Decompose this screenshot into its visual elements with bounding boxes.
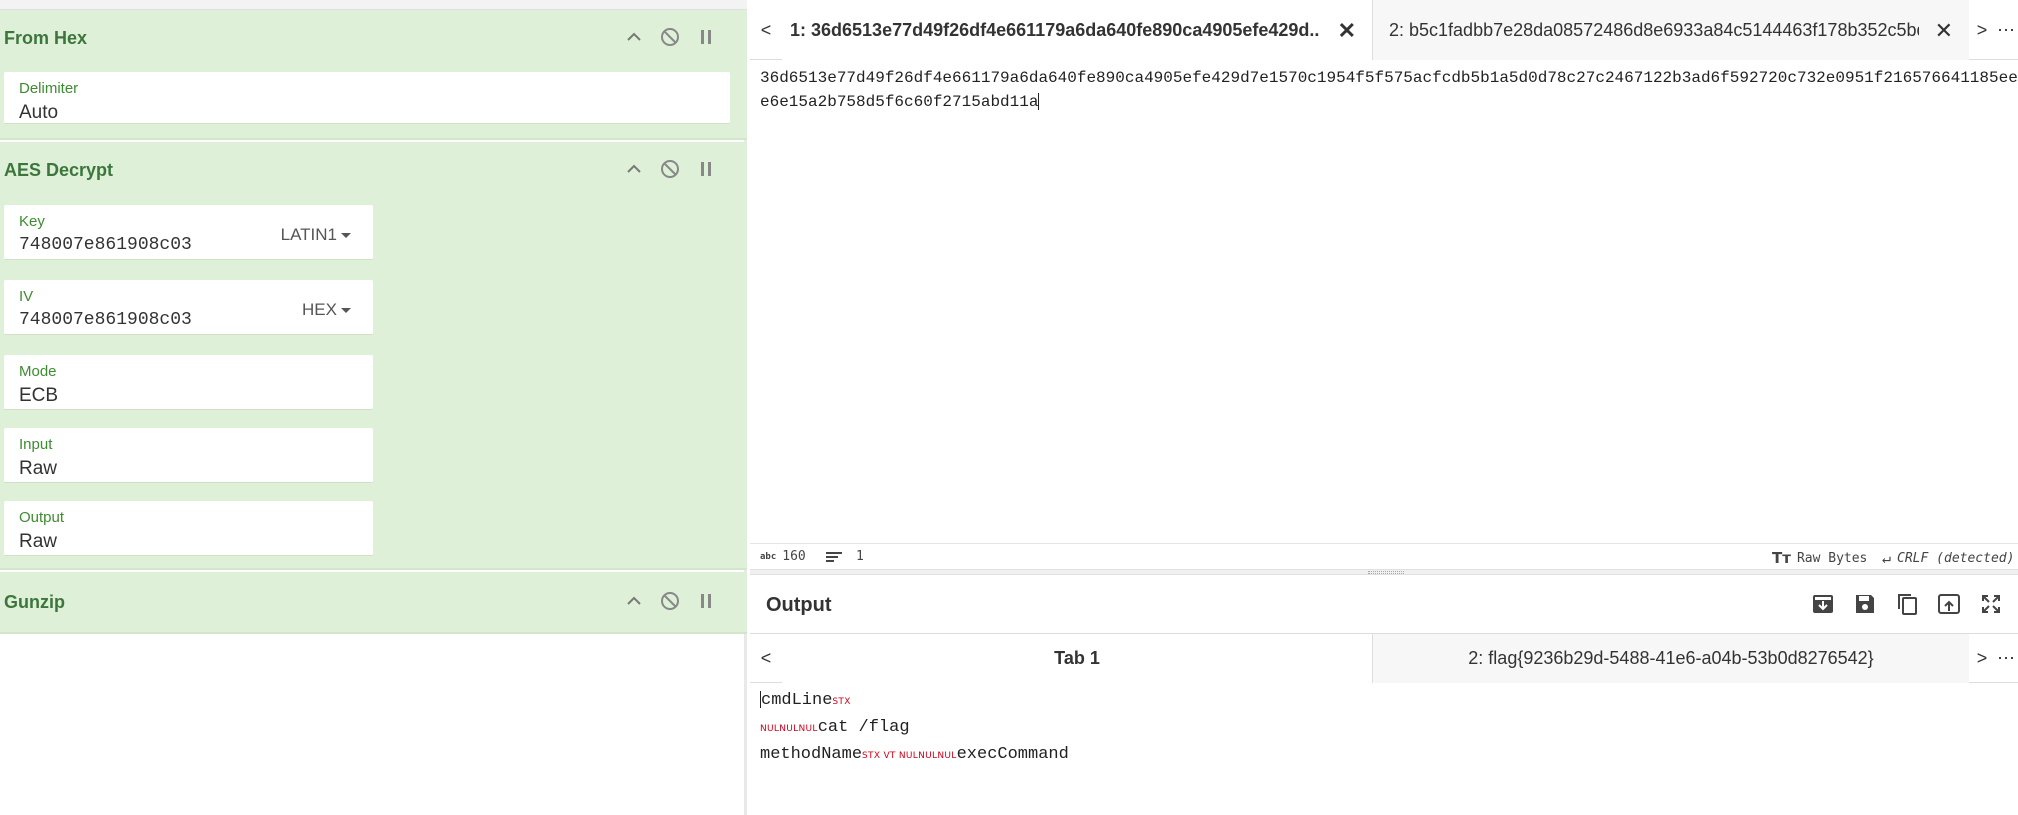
more-icon[interactable]: ⋯ bbox=[1994, 634, 2018, 683]
field-label: Output bbox=[19, 509, 65, 526]
iv-input[interactable]: 748007e861908c03 bbox=[19, 310, 192, 330]
mode-select[interactable]: ECB bbox=[19, 385, 58, 407]
close-icon[interactable]: ✕ bbox=[1338, 18, 1356, 44]
tab-scroll-right-button[interactable]: > bbox=[1970, 0, 1994, 60]
operation-title: Gunzip bbox=[4, 592, 65, 612]
input-line: e6e15a2b758d5f6c60f2715abd11a bbox=[760, 93, 1039, 111]
mode-field[interactable]: Mode ECB bbox=[4, 355, 373, 410]
field-label: Input bbox=[19, 436, 53, 453]
field-label: Key bbox=[19, 213, 45, 230]
control-char: STX VT NULNULNUL bbox=[862, 751, 957, 761]
key-field[interactable]: Key 748007e861908c03 LATIN1 bbox=[4, 205, 373, 260]
recipe-top-strip bbox=[0, 0, 747, 10]
output-textarea[interactable]: cmdLineSTX NULNULNULcat /flag methodName… bbox=[760, 688, 1069, 769]
output-header: Output bbox=[750, 575, 2018, 634]
length-value: 160 bbox=[782, 549, 806, 564]
operation-title: From Hex bbox=[4, 28, 88, 48]
output-format-select[interactable]: Raw bbox=[19, 531, 57, 553]
operation-aes-decrypt[interactable]: AES Decrypt Key 748007e861908c03 LATIN1 bbox=[0, 142, 747, 570]
chevron-down-icon bbox=[341, 307, 351, 313]
replace-input-icon[interactable] bbox=[1936, 591, 1962, 617]
output-tab-1[interactable]: Tab 1 bbox=[782, 634, 1372, 683]
length-indicator: abc 160 bbox=[760, 549, 806, 564]
tab-label: 2: flag{9236b29d-5488-41e6-a04b-53b0d827… bbox=[1468, 648, 1874, 668]
lines-icon bbox=[826, 551, 842, 562]
iv-encoding-dropdown[interactable]: HEX bbox=[302, 300, 351, 320]
input-status-bar: abc 160 1 Tт Raw Bytes ↵ CRLF (detected) bbox=[750, 543, 2018, 569]
fullscreen-icon[interactable] bbox=[1978, 591, 2004, 617]
copy-icon[interactable] bbox=[1894, 591, 1920, 617]
output-title: Output bbox=[766, 594, 832, 616]
iv-field[interactable]: IV 748007e861908c03 HEX bbox=[4, 280, 373, 335]
lines-value: 1 bbox=[856, 549, 864, 564]
tab-scroll-left-button[interactable]: < bbox=[750, 0, 782, 60]
tab-scroll-right-button[interactable]: > bbox=[1970, 634, 1994, 683]
eol-button[interactable]: ↵ CRLF (detected) bbox=[1882, 549, 2014, 567]
cyberchef-window: From Hex Delimiter Auto AES Decrypt Key … bbox=[0, 0, 2018, 815]
io-panel: < 1: 36d6513e77d49f26df4e661179a6da640fe… bbox=[750, 0, 2018, 815]
input-format-select[interactable]: Raw bbox=[19, 458, 57, 480]
control-char: STX bbox=[832, 697, 851, 707]
collapse-icon[interactable] bbox=[623, 26, 645, 48]
control-char: NULNULNUL bbox=[760, 724, 818, 734]
tab-label: 2: b5c1fadbb7e28da08572486d8e6933a84c514… bbox=[1389, 19, 1919, 40]
disable-icon[interactable] bbox=[659, 26, 681, 48]
disable-icon[interactable] bbox=[659, 590, 681, 612]
key-input[interactable]: 748007e861908c03 bbox=[19, 235, 192, 255]
tab-label: 1: 36d6513e77d49f26df4e661179a6da640fe89… bbox=[790, 19, 1320, 40]
text-cursor bbox=[1038, 93, 1040, 111]
output-text: cat /flag bbox=[817, 718, 910, 737]
output-tab-bar: < Tab 1 2: flag{9236b29d-5488-41e6-a04b-… bbox=[750, 634, 2018, 683]
encoding-label: LATIN1 bbox=[280, 225, 337, 244]
collapse-icon[interactable] bbox=[623, 158, 645, 180]
chevron-down-icon bbox=[341, 232, 351, 238]
tab-scroll-left-button[interactable]: < bbox=[750, 634, 782, 683]
recipe-panel: From Hex Delimiter Auto AES Decrypt Key … bbox=[0, 0, 747, 815]
operation-gunzip[interactable]: Gunzip bbox=[0, 572, 747, 634]
input-tab-2[interactable]: 2: b5c1fadbb7e28da08572486d8e6933a84c514… bbox=[1373, 0, 1969, 60]
output-format-field[interactable]: Output Raw bbox=[4, 501, 373, 556]
input-textarea[interactable]: 36d6513e77d49f26df4e661179a6da640fe890ca… bbox=[760, 66, 2018, 114]
breakpoint-pause-icon[interactable] bbox=[695, 26, 717, 48]
operation-from-hex[interactable]: From Hex Delimiter Auto bbox=[0, 10, 747, 140]
raw-bytes-label: Raw Bytes bbox=[1796, 550, 1868, 566]
encoding-label: HEX bbox=[302, 300, 337, 319]
output-text: cmdLine bbox=[761, 691, 833, 710]
field-label: Delimiter bbox=[19, 80, 79, 97]
text-size-icon: Tт bbox=[1772, 549, 1791, 567]
splitter-grip bbox=[1368, 571, 1404, 574]
output-tab-2[interactable]: 2: flag{9236b29d-5488-41e6-a04b-53b0d827… bbox=[1373, 634, 1969, 683]
raw-bytes-button[interactable]: Tт Raw Bytes bbox=[1772, 549, 1867, 567]
input-line: 36d6513e77d49f26df4e661179a6da640fe890ca… bbox=[760, 69, 2018, 87]
output-text: methodName bbox=[760, 745, 863, 764]
delimiter-field[interactable]: Delimiter Auto bbox=[4, 72, 730, 124]
field-label: Mode bbox=[19, 363, 57, 380]
field-label: IV bbox=[19, 288, 34, 305]
breakpoint-pause-icon[interactable] bbox=[695, 590, 717, 612]
return-icon: ↵ bbox=[1882, 549, 1892, 567]
abc-icon: abc bbox=[760, 551, 777, 562]
field-value: Auto bbox=[19, 102, 59, 123]
input-tab-1[interactable]: 1: 36d6513e77d49f26df4e661179a6da640fe89… bbox=[782, 0, 1372, 60]
tab-label: Tab 1 bbox=[1054, 648, 1100, 668]
more-icon[interactable]: ⋯ bbox=[1994, 0, 2018, 60]
disable-icon[interactable] bbox=[659, 158, 681, 180]
operation-title: AES Decrypt bbox=[4, 160, 114, 180]
input-format-field[interactable]: Input Raw bbox=[4, 428, 373, 483]
output-text: execCommand bbox=[956, 745, 1069, 764]
collapse-icon[interactable] bbox=[623, 590, 645, 612]
eol-label: CRLF (detected) bbox=[1897, 550, 2015, 566]
save-icon[interactable] bbox=[1852, 591, 1878, 617]
lines-indicator: 1 bbox=[826, 549, 864, 564]
close-icon[interactable]: ✕ bbox=[1935, 18, 1953, 44]
save-to-archive-icon[interactable] bbox=[1810, 591, 1836, 617]
input-tab-bar: < 1: 36d6513e77d49f26df4e661179a6da640fe… bbox=[750, 0, 2018, 60]
breakpoint-pause-icon[interactable] bbox=[695, 158, 717, 180]
key-encoding-dropdown[interactable]: LATIN1 bbox=[281, 225, 351, 245]
